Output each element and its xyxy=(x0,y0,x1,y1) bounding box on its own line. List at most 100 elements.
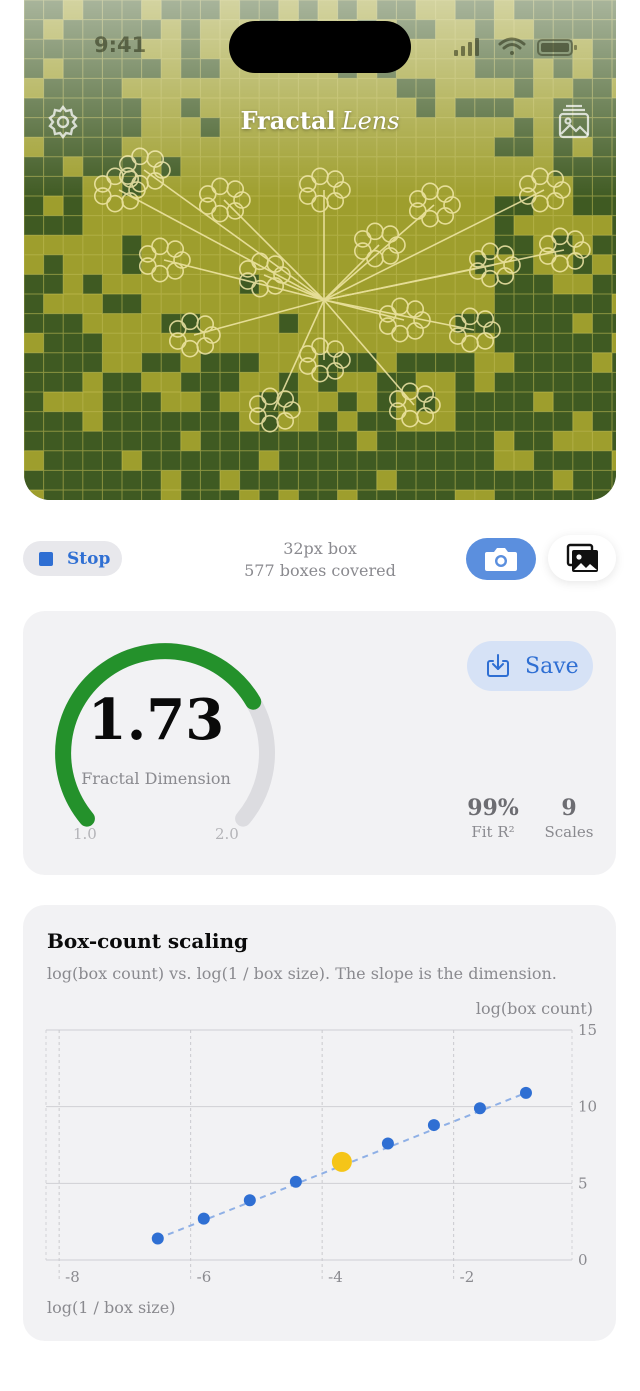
grid-cell xyxy=(533,450,554,471)
grid-cell xyxy=(455,450,475,471)
grid-cell xyxy=(63,313,83,334)
grid-cell xyxy=(494,137,514,157)
grid-cell xyxy=(455,58,475,79)
grid-cell xyxy=(572,333,593,353)
grid-cell xyxy=(161,0,181,20)
grid-cell xyxy=(82,137,103,157)
grid-cell xyxy=(141,196,162,216)
save-button[interactable]: Save xyxy=(467,641,593,691)
grid-cell xyxy=(435,470,456,490)
grid-cell xyxy=(494,78,514,98)
grid-cell xyxy=(278,0,299,20)
grid-cell xyxy=(592,313,612,334)
grid-cell xyxy=(24,274,44,294)
grid-cell xyxy=(592,294,612,314)
grid-cell xyxy=(533,0,554,20)
data-point xyxy=(197,1212,210,1225)
grid-cell xyxy=(592,156,612,177)
grid-cell xyxy=(455,411,475,432)
grid-cell xyxy=(239,431,260,451)
grid-cell xyxy=(43,254,64,275)
grid-cell xyxy=(455,137,475,157)
grid-cell xyxy=(43,19,64,40)
grid-cell xyxy=(200,392,220,412)
grid-cell xyxy=(612,235,616,255)
grid-cell xyxy=(200,58,220,79)
grid-cell xyxy=(298,156,318,177)
grid-cell xyxy=(553,274,573,294)
grid-cell xyxy=(63,254,83,275)
grid-cell xyxy=(337,313,358,334)
grid-cell xyxy=(592,450,612,471)
grid-cell xyxy=(318,215,338,236)
grid-cell xyxy=(612,450,616,471)
grid-cell xyxy=(102,490,122,500)
grid-cell xyxy=(318,137,338,157)
grid-cell xyxy=(494,215,514,236)
grid-cell xyxy=(376,392,397,412)
grid-cell xyxy=(435,431,456,451)
grid-cell xyxy=(200,274,220,294)
grid-cell xyxy=(592,254,612,275)
grid-cell xyxy=(474,450,495,471)
grid-cell xyxy=(82,254,103,275)
grid-cell xyxy=(553,333,573,353)
grid-cell xyxy=(435,78,456,98)
grid-cell xyxy=(141,490,162,500)
grid-cell xyxy=(278,137,299,157)
grid-cell xyxy=(337,372,358,392)
grid-cell xyxy=(200,78,220,98)
grid-cell xyxy=(376,450,397,471)
fit-value: 99% xyxy=(467,795,519,821)
gallery-button[interactable] xyxy=(548,535,616,581)
grid-cell xyxy=(455,176,475,196)
grid-cell xyxy=(82,0,103,20)
camera-viewfinder[interactable] xyxy=(24,0,616,500)
grid-cell xyxy=(494,156,514,177)
grid-cell xyxy=(376,431,397,451)
grid-cell xyxy=(592,333,612,353)
grid-cell xyxy=(357,372,377,392)
grid-cell xyxy=(553,137,573,157)
grid-cell xyxy=(533,372,554,392)
grid-cell xyxy=(337,470,358,490)
grid-cell xyxy=(337,392,358,412)
grid-cell xyxy=(43,372,64,392)
grid-cell xyxy=(592,392,612,412)
grid-cell xyxy=(572,176,593,196)
gear-icon[interactable] xyxy=(45,104,81,140)
grid-cell xyxy=(553,0,573,20)
grid-cell xyxy=(435,450,456,471)
grid-cell xyxy=(553,313,573,334)
grid-cell xyxy=(141,294,162,314)
grid-cell xyxy=(180,137,201,157)
grid-cell xyxy=(474,352,495,373)
grid-cell xyxy=(102,215,122,236)
grid-cell xyxy=(474,58,495,79)
grid-cell xyxy=(43,156,64,177)
grid-cell xyxy=(612,313,616,334)
grid-cell xyxy=(612,490,616,500)
grid-cell xyxy=(102,58,122,79)
photo-stack-icon[interactable] xyxy=(556,104,592,140)
grid-cell xyxy=(180,372,201,392)
grid-cell xyxy=(63,333,83,353)
grid-cell xyxy=(416,470,436,490)
battery-icon xyxy=(537,39,577,56)
grid-cell xyxy=(43,39,64,59)
grid-cell xyxy=(572,274,593,294)
grid-cell xyxy=(122,470,142,490)
signal-icon xyxy=(454,38,479,56)
grid-cell xyxy=(220,78,240,98)
stop-button[interactable]: Stop xyxy=(23,541,122,576)
grid-cell xyxy=(278,490,299,500)
grid-cell xyxy=(180,470,201,490)
grid-cell xyxy=(122,215,142,236)
grid-cell xyxy=(337,490,358,500)
grid-cell xyxy=(533,215,554,236)
camera-button[interactable] xyxy=(466,538,536,580)
grid-cell xyxy=(592,470,612,490)
grid-cell xyxy=(572,431,593,451)
grid-cell xyxy=(474,392,495,412)
grid-cell xyxy=(63,372,83,392)
